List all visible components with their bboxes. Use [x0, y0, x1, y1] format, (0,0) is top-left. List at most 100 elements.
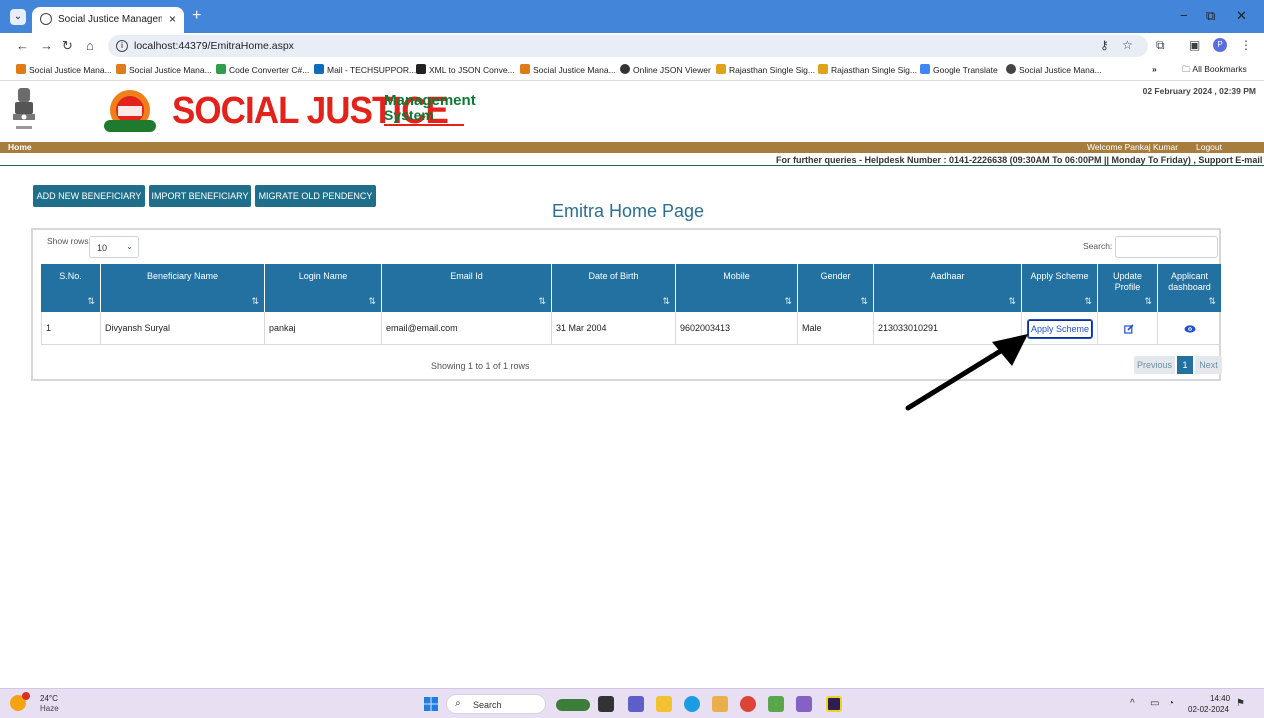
task-view-icon[interactable] — [598, 696, 614, 712]
sort-icon[interactable]: ⇅ — [538, 296, 546, 307]
all-bookmarks-button[interactable]: 🗀 All Bookmarks — [1182, 64, 1247, 78]
chrome-icon[interactable] — [740, 696, 756, 712]
windows-start-icon[interactable] — [424, 697, 438, 711]
tray-chevron-up-icon[interactable]: ^ — [1130, 698, 1135, 709]
site-info-icon[interactable]: i — [116, 40, 128, 52]
sort-icon[interactable]: ⇅ — [662, 296, 670, 307]
taskbar-search-box[interactable]: ⌕ Search — [446, 694, 546, 714]
edit-profile-icon[interactable] — [1124, 324, 1134, 334]
notification-bell-icon[interactable]: ⚑ — [1236, 698, 1245, 709]
tab-close-icon[interactable]: × — [169, 12, 176, 26]
pagination-summary: Showing 1 to 1 of 1 rows — [431, 361, 530, 371]
bookmark-star-icon[interactable]: ☆ — [1122, 38, 1133, 52]
sort-icon[interactable]: ⇅ — [87, 296, 95, 307]
weather-temperature[interactable]: 24°C — [40, 694, 58, 703]
sort-icon[interactable]: ⇅ — [368, 296, 376, 307]
file-explorer-icon[interactable] — [656, 696, 672, 712]
column-header-login-name[interactable]: Login Name ⇅ — [265, 264, 382, 312]
cell-login-name: pankaj — [265, 312, 382, 345]
column-header-aadhaar[interactable]: Aadhaar ⇅ — [874, 264, 1022, 312]
notepad-icon[interactable] — [768, 696, 784, 712]
pagination-previous-button[interactable]: Previous — [1134, 356, 1175, 374]
bookmark-item[interactable]: Social Justice Mana... — [16, 64, 112, 75]
clock-date[interactable]: 02-02-2024 — [1188, 705, 1229, 714]
bookmark-favicon-icon — [716, 64, 726, 74]
search-icon: ⌕ — [455, 698, 461, 709]
new-tab-button[interactable]: + — [192, 7, 201, 25]
column-header-beneficiary-name[interactable]: Beneficiary Name ⇅ — [101, 264, 265, 312]
widget-icon[interactable] — [556, 699, 590, 711]
sticky-notes-icon[interactable] — [826, 696, 842, 712]
sort-icon[interactable]: ⇅ — [1144, 296, 1152, 307]
menu-kebab-icon[interactable]: ⋮ — [1240, 38, 1252, 52]
column-header-sno[interactable]: S.No. ⇅ — [41, 264, 101, 312]
menu-home-link[interactable]: Home — [8, 142, 32, 153]
home-icon[interactable]: ⌂ — [86, 38, 94, 53]
address-bar[interactable]: i localhost:44379/EmitraHome.aspx — [108, 35, 1148, 57]
weather-condition[interactable]: Haze — [40, 704, 59, 713]
bookmark-favicon-icon — [620, 64, 630, 74]
close-window-icon[interactable]: ✕ — [1236, 8, 1247, 24]
column-header-mobile[interactable]: Mobile ⇅ — [676, 264, 798, 312]
bookmark-item[interactable]: Google Translate — [920, 64, 998, 75]
sort-icon[interactable]: ⇅ — [784, 296, 792, 307]
reload-icon[interactable]: ↻ — [62, 38, 73, 54]
bookmark-item[interactable]: Rajasthan Single Sig... — [716, 64, 815, 75]
column-header-email-id[interactable]: Email Id ⇅ — [382, 264, 552, 312]
bookmark-item[interactable]: Rajasthan Single Sig... — [818, 64, 917, 75]
sort-icon[interactable]: ⇅ — [1008, 296, 1016, 307]
sort-icon[interactable]: ⇅ — [860, 296, 868, 307]
notification-badge-icon — [22, 692, 30, 700]
bookmarks-more-button[interactable]: » — [1152, 64, 1157, 74]
migrate-old-pendency-button[interactable]: MIGRATE OLD PENDENCY — [255, 185, 376, 207]
minimize-icon[interactable]: − — [1180, 8, 1188, 23]
bookmark-item[interactable]: Social Justice Mana... — [520, 64, 616, 75]
side-panel-icon[interactable]: ▣ — [1189, 38, 1200, 52]
back-icon[interactable]: ← — [16, 38, 29, 53]
column-header-apply-scheme[interactable]: Apply Scheme ⇅ — [1022, 264, 1098, 312]
visual-studio-icon[interactable] — [796, 696, 812, 712]
column-header-gender[interactable]: Gender ⇅ — [798, 264, 874, 312]
bookmark-item[interactable]: Social Justice Mana... — [116, 64, 212, 75]
browser-tab-active[interactable]: Social Justice Management Syst × — [32, 7, 184, 33]
volume-icon[interactable]: ◔ — [1168, 698, 1174, 709]
bookmark-item[interactable]: Mail - TECHSUPPOR... — [314, 64, 416, 75]
column-header-update-profile[interactable]: Update Profile ⇅ — [1098, 264, 1158, 312]
pagination-page-1[interactable]: 1 — [1177, 356, 1193, 374]
annotation-arrow-icon — [905, 334, 1028, 411]
column-header-applicant-dashboard[interactable]: Applicant dashboard ⇅ — [1158, 264, 1221, 312]
password-key-icon[interactable]: ⚷ — [1100, 38, 1109, 52]
column-header-date-of-birth[interactable]: Date of Birth ⇅ — [552, 264, 676, 312]
bookmark-favicon-icon — [116, 64, 126, 74]
logout-link[interactable]: Logout — [1196, 142, 1222, 153]
network-icon[interactable]: ▭ — [1150, 698, 1159, 709]
tab-search-icon[interactable]: ⌄ — [10, 9, 26, 25]
bookmark-item[interactable]: Code Converter C#... — [216, 64, 309, 75]
bookmark-item[interactable]: XML to JSON Conve... — [416, 64, 515, 75]
import-beneficiary-button[interactable]: IMPORT BENEFICIARY — [149, 185, 251, 207]
grid-search-input[interactable] — [1115, 236, 1218, 258]
eye-icon[interactable] — [1184, 324, 1196, 334]
url-text[interactable]: localhost:44379/EmitraHome.aspx — [134, 40, 294, 52]
sort-icon[interactable]: ⇅ — [1208, 296, 1216, 307]
forward-icon[interactable]: → — [40, 38, 53, 53]
bookmark-item[interactable]: Online JSON Viewer — [620, 64, 711, 75]
teams-icon[interactable] — [628, 696, 644, 712]
browser-tab-bar: ⌄ Social Justice Management Syst × + − ⧉… — [0, 0, 1264, 33]
edge-icon[interactable] — [684, 696, 700, 712]
sort-icon[interactable]: ⇅ — [1084, 296, 1092, 307]
profile-avatar-icon[interactable]: P — [1213, 38, 1227, 52]
page-title: Emitra Home Page — [552, 201, 705, 221]
tab-title: Social Justice Management Syst — [58, 14, 162, 25]
show-rows-select[interactable]: 10 ⌄ — [89, 236, 139, 258]
restore-icon[interactable]: ⧉ — [1206, 8, 1215, 24]
clock-time[interactable]: 14:40 — [1210, 694, 1230, 703]
bookmark-favicon-icon — [16, 64, 26, 74]
pagination-next-button[interactable]: Next — [1195, 356, 1222, 374]
taskbar-search-placeholder: Search — [473, 700, 502, 710]
paint-icon[interactable] — [712, 696, 728, 712]
extensions-icon[interactable]: ⧉ — [1156, 38, 1165, 53]
bookmark-item[interactable]: Social Justice Mana... — [1006, 64, 1102, 75]
add-new-beneficiary-button[interactable]: ADD NEW BENEFICIARY — [33, 185, 145, 207]
sort-icon[interactable]: ⇅ — [251, 296, 259, 307]
